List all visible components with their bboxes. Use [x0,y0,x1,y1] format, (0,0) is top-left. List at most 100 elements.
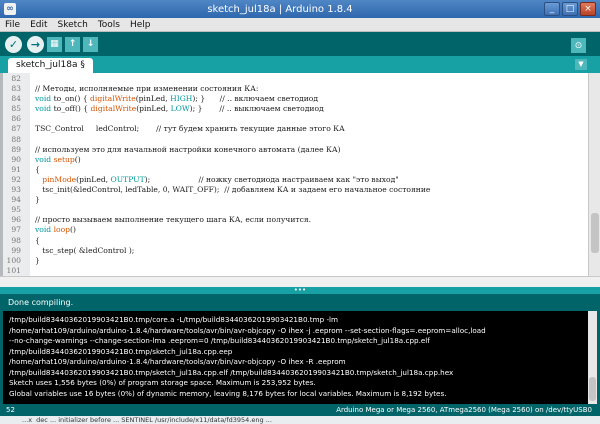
line-number: 92 [11,174,21,184]
line-code: } [35,195,40,205]
code-line[interactable]: 92 pinMode(pinLed, OUTPUT); // ножку све… [3,175,583,185]
line-code: } [35,255,40,265]
console-line: /home/arhat109/arduino/arduino-1.8.4/har… [9,325,486,335]
code-line[interactable]: 99 tsc_step( &ledControl ); [3,246,583,256]
code-line[interactable]: 100} [3,256,583,266]
line-number: 89 [11,144,21,154]
code-line[interactable]: 89 // используем это для начальной настро… [3,145,583,155]
new-sketch-button[interactable]: ▦ [47,36,62,52]
line-code: void to_off() { digitalWrite(pinLed, LOW… [35,104,324,114]
new-file-icon: ▦ [50,39,59,49]
line-number: 94 [11,195,21,205]
line-code: { [35,235,40,245]
line-code: TSC_Control ledControl; // тут будем хра… [35,124,345,134]
line-code: void to_on() { digitalWrite(pinLed, HIGH… [35,94,319,104]
background-window-text: ...x dec ... initializer before ... SENT… [0,416,600,424]
line-code: // используем это для начальной настройк… [35,144,341,154]
chevron-down-icon: ▼ [578,60,584,68]
menu-bar: File Edit Sketch Tools Help [0,18,600,32]
editor-vertical-scrollbar[interactable] [588,73,600,276]
footer-bar: 52 Arduino Mega or Mega 2560, ATmega2560… [0,404,600,416]
line-number: 85 [11,104,21,114]
code-line[interactable]: 83 // Методы, исполняемые при изменении с… [3,84,583,94]
line-code: // просто вызываем выполнение текущего ш… [35,215,312,225]
console-line: --no-change-warnings --change-section-lm… [9,336,430,345]
code-line[interactable]: 85 void to_off() { digitalWrite(pinLed, L… [3,104,583,114]
code-line[interactable]: 101 [3,266,583,276]
code-lines: 82 83 // Методы, исполняемые при изменени… [3,74,583,276]
window-title: sketch_jul18a | Arduino 1.8.4 [207,3,353,15]
line-number: 96 [11,215,21,225]
line-code: tsc_init(&ledControl, ledTable, 0, WAIT_… [35,185,431,195]
line-number: 84 [11,94,21,104]
line-number: 82 [11,74,21,83]
checkmark-icon: ✓ [8,37,19,51]
code-line[interactable]: 87 TSC_Control ledControl; // тут будем х… [3,124,583,134]
menu-sketch[interactable]: Sketch [53,20,93,30]
console-line: /tmp/build83440362019903421B0.tmp/sketch… [9,346,233,356]
console-scrollbar[interactable] [588,311,597,404]
arduino-app-icon: ∞ [4,3,16,15]
verify-button[interactable]: ✓ [5,35,22,53]
status-message: Done compiling. [0,294,600,311]
board-port-info: Arduino Mega or Mega 2560, ATmega2560 (M… [336,406,592,414]
upload-button[interactable]: → [27,35,44,53]
menu-file[interactable]: File [0,20,25,30]
current-line-number: 52 [6,406,15,414]
line-code: { [35,164,40,174]
console-output[interactable]: /tmp/build83440362019903421B0.tmp/core.a… [3,311,588,404]
tab-sketch[interactable]: sketch_jul18a § [8,58,93,73]
console-line: /home/arhat109/arduino/arduino-1.8.4/har… [9,357,346,366]
line-number: 90 [11,154,21,164]
code-line[interactable]: 82 [3,74,583,84]
code-line[interactable]: 94} [3,195,583,205]
code-line[interactable]: 97 void loop() [3,225,583,235]
code-line[interactable]: 93 tsc_init(&ledControl, ledTable, 0, WA… [3,185,583,195]
title-bar[interactable]: ∞ sketch_jul18a | Arduino 1.8.4 _ □ × [0,0,600,18]
split-divider-handle[interactable]: ••• [0,287,600,294]
magnifier-icon: ⊙ [574,40,583,51]
line-number: 83 [11,84,21,94]
arrow-up-icon: ↑ [68,39,77,49]
save-sketch-button[interactable]: ↓ [83,36,98,52]
menu-tools[interactable]: Tools [93,20,125,30]
line-number: 99 [11,245,21,255]
console-line: Global variables use 16 bytes (0%) of dy… [9,388,447,398]
code-line[interactable]: 84 void to_on() { digitalWrite(pinLed, HI… [3,94,583,104]
code-line[interactable]: 90 void setup() [3,155,583,165]
minimize-button[interactable]: _ [544,2,560,16]
tab-menu-button[interactable]: ▼ [575,59,587,70]
code-line[interactable]: 88 [3,135,583,145]
code-line[interactable]: 96 // просто вызываем выполнение текущего… [3,215,583,225]
close-button[interactable]: × [580,2,596,16]
line-number: 95 [11,205,21,215]
line-number: 98 [11,235,21,245]
toolbar: ✓ → ▦ ↑ ↓ [0,32,600,56]
scroll-thumb[interactable] [589,377,596,401]
code-line[interactable]: 91 { [3,165,583,175]
line-number: 101 [6,265,22,275]
arduino-ide-window: ∞ sketch_jul18a | Arduino 1.8.4 _ □ × Fi… [0,0,600,424]
scroll-thumb[interactable] [591,213,599,253]
menu-help[interactable]: Help [125,20,156,30]
code-editor[interactable]: 82 83 // Методы, исполняемые при изменени… [0,73,600,276]
console-line: Sketch uses 1,556 bytes (0%) of program … [9,378,316,387]
line-number: 86 [11,114,21,124]
code-line[interactable]: 98 { [3,236,583,246]
line-number: 93 [11,185,21,195]
arrow-down-icon: ↓ [86,39,95,49]
code-line[interactable]: 95 [3,205,583,215]
serial-monitor-button[interactable]: ⊙ [571,38,586,53]
tab-bar: sketch_jul18a § ▼ [0,56,600,73]
line-code: tsc_step( &ledControl ); [35,245,135,255]
code-line[interactable]: 86 [3,114,583,124]
menu-edit[interactable]: Edit [25,20,52,30]
maximize-button[interactable]: □ [562,2,578,16]
arrow-right-icon: → [30,37,41,51]
console-line: /tmp/build83440362019903421B0.tmp/core.a… [9,315,339,324]
open-sketch-button[interactable]: ↑ [65,36,80,52]
